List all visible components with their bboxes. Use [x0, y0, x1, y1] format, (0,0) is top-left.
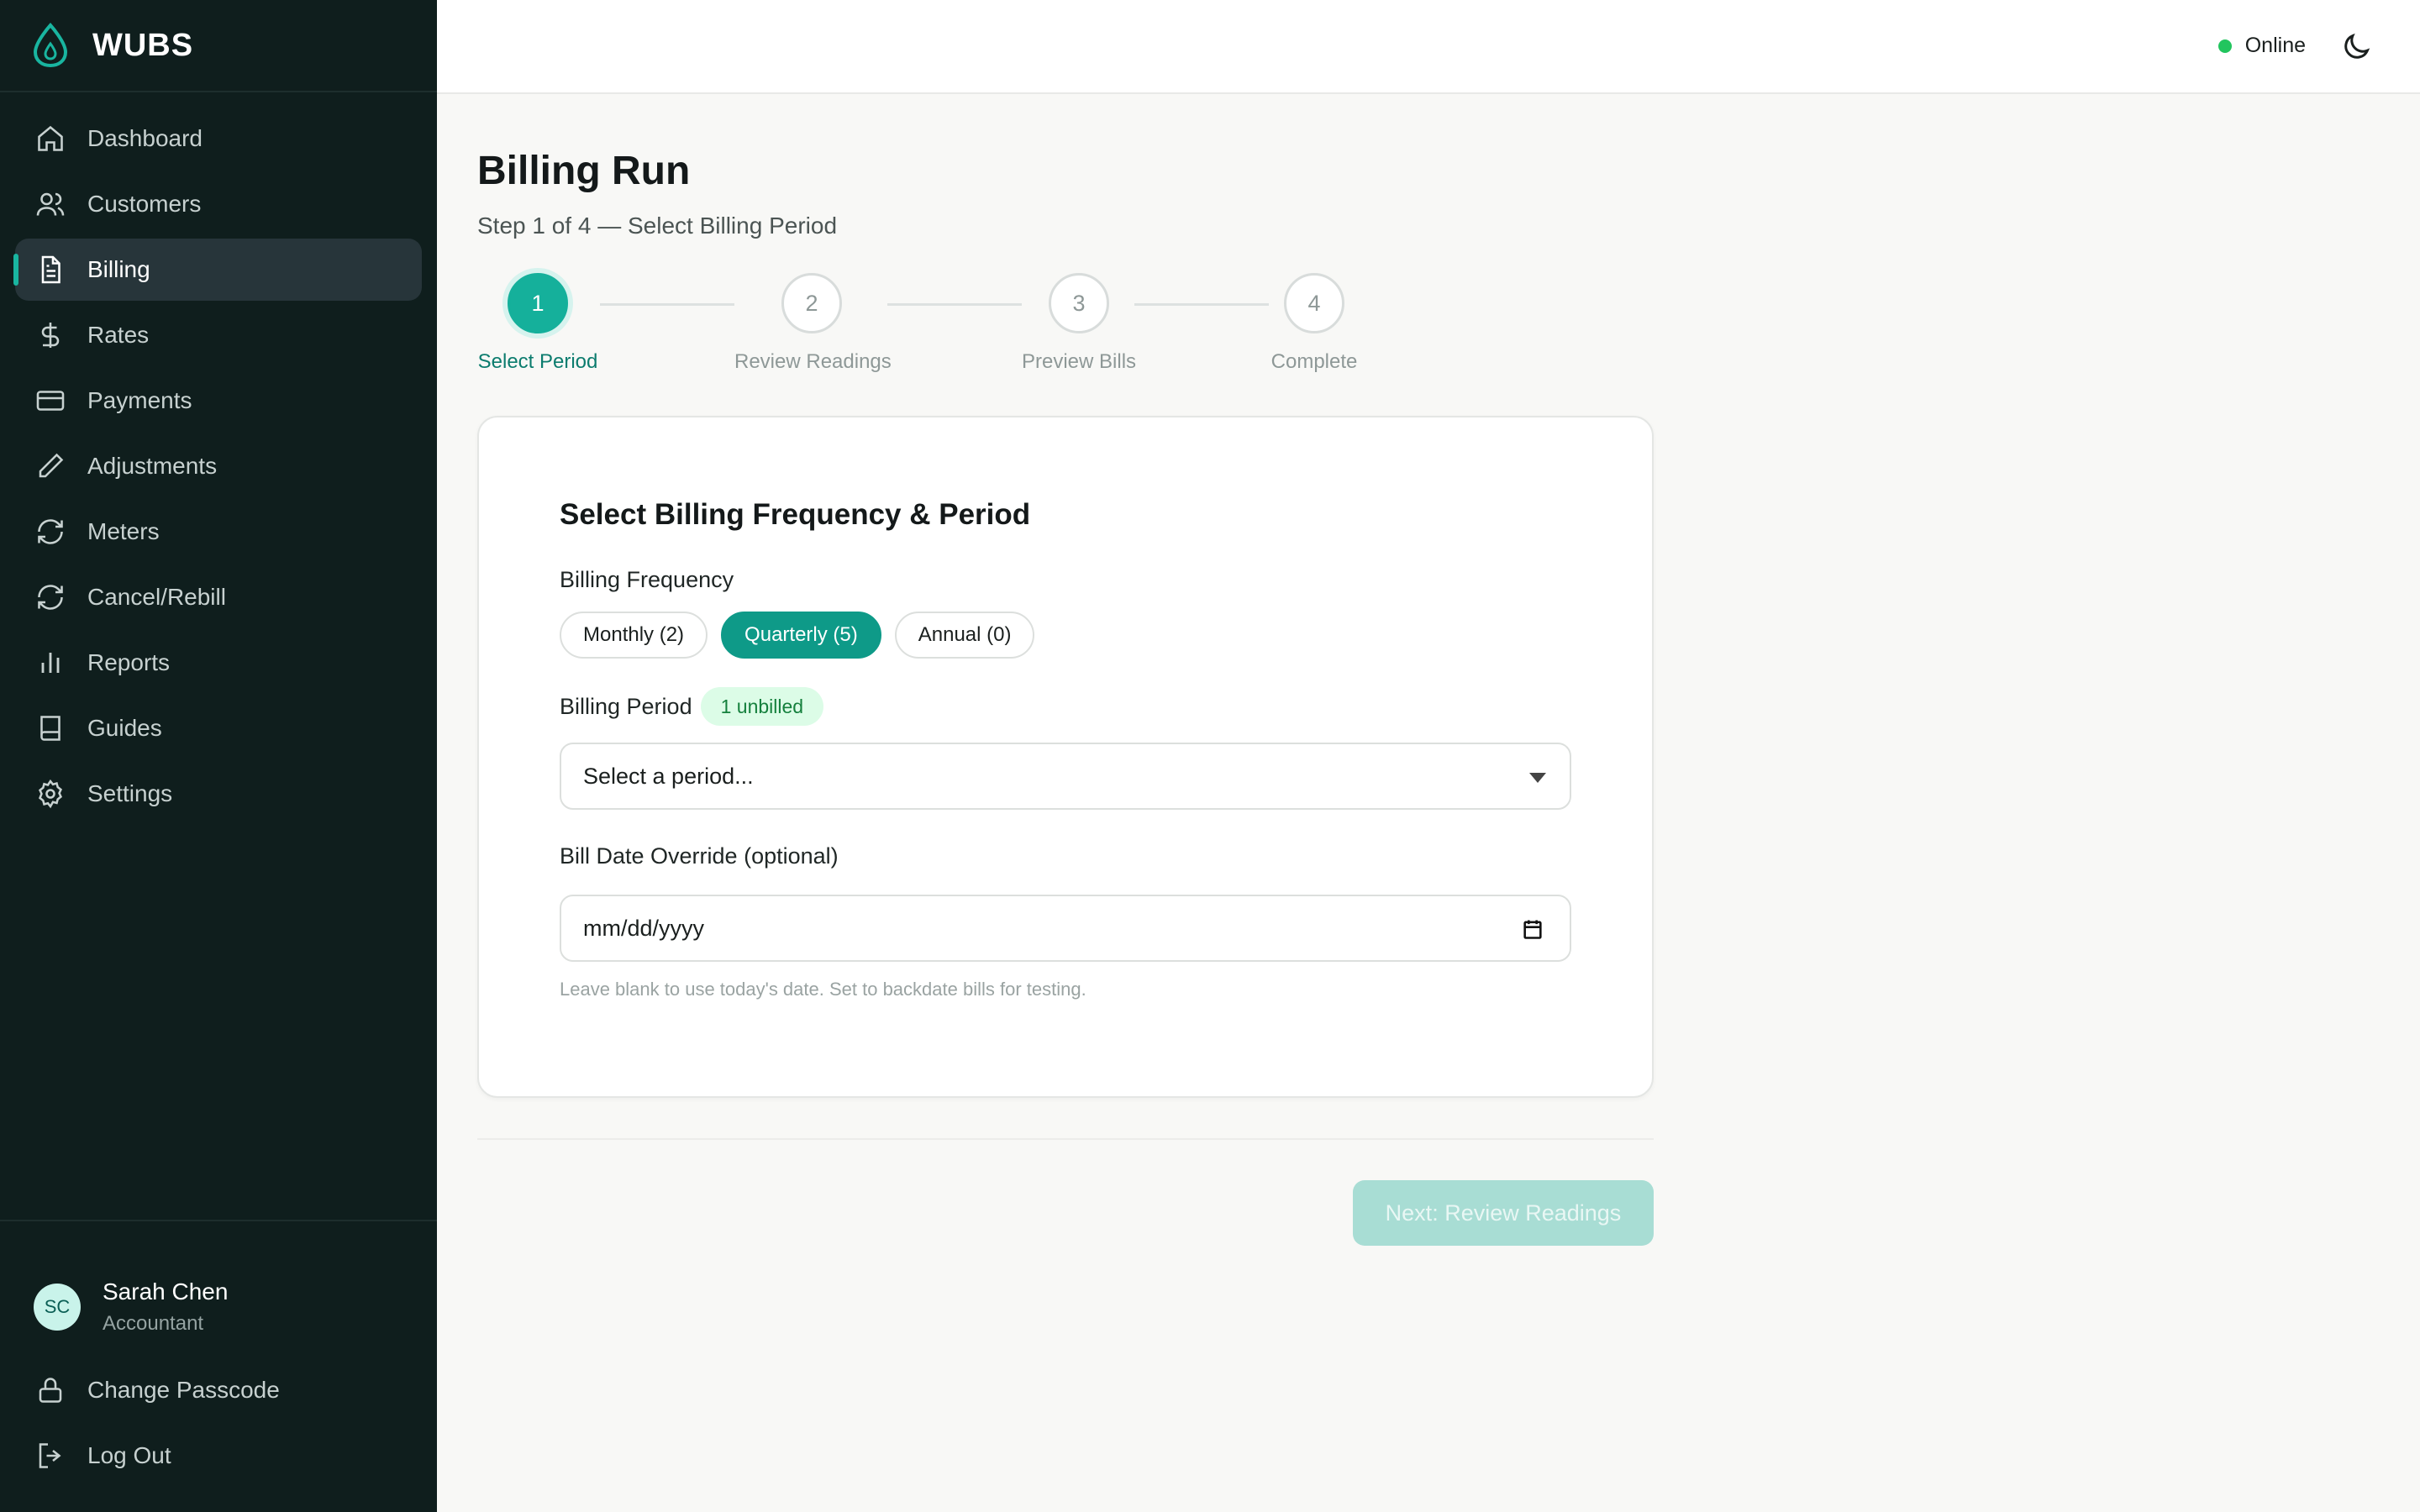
unbilled-badge: 1 unbilled — [700, 687, 824, 726]
step-label: Preview Bills — [1022, 350, 1137, 373]
status-dot-icon — [2217, 39, 2232, 53]
sidebar-item-reports[interactable]: Reports — [15, 632, 422, 694]
sidebar-item-rates[interactable]: Rates — [15, 304, 422, 366]
sidebar-item-label: Customers — [87, 191, 202, 217]
sidebar-item-label: Guides — [87, 715, 162, 741]
step-review-readings[interactable]: 2 Review Readings — [734, 273, 892, 374]
logout-icon — [34, 1439, 67, 1473]
refresh-icon — [34, 580, 67, 614]
sidebar: WUBS Dashboard Customers Billing Rates P… — [0, 0, 437, 1512]
frequency-options: Monthly (2) Quarterly (5) Annual (0) — [560, 612, 1571, 659]
dollar-icon — [34, 318, 67, 352]
change-passcode-button[interactable]: Change Passcode — [15, 1359, 422, 1421]
sidebar-item-label: Settings — [87, 780, 173, 806]
step-number: 1 — [508, 273, 568, 333]
refresh-icon — [34, 515, 67, 549]
gear-icon — [34, 777, 67, 811]
date-placeholder: mm/dd/yyyy — [583, 915, 705, 941]
sidebar-item-label: Payments — [87, 387, 192, 413]
sidebar-item-label: Meters — [87, 518, 160, 544]
frequency-annual-button[interactable]: Annual (0) — [894, 612, 1035, 659]
billing-period-select[interactable]: Select a period... — [560, 743, 1571, 810]
sidebar-item-label: Adjustments — [87, 453, 218, 479]
step-connector — [600, 303, 734, 306]
user-profile[interactable]: SC Sarah Chen Accountant — [0, 1221, 437, 1356]
credit-card-icon — [34, 384, 67, 417]
sidebar-item-guides[interactable]: Guides — [15, 697, 422, 759]
sidebar-item-cancel-rebill[interactable]: Cancel/Rebill — [15, 566, 422, 628]
users-icon — [34, 187, 67, 221]
home-icon — [34, 122, 67, 155]
log-out-label: Log Out — [87, 1442, 171, 1468]
sidebar-item-dashboard[interactable]: Dashboard — [15, 108, 422, 170]
step-connector — [1134, 303, 1269, 306]
sidebar-nav: Dashboard Customers Billing Rates Paymen… — [0, 92, 437, 825]
sidebar-item-settings[interactable]: Settings — [15, 763, 422, 825]
water-drop-logo-icon — [33, 23, 68, 68]
connection-status: Online — [2217, 34, 2306, 58]
frequency-monthly-button[interactable]: Monthly (2) — [560, 612, 708, 659]
step-number: 3 — [1049, 273, 1109, 333]
lock-icon — [34, 1373, 67, 1407]
stepper: 1 Select Period 2 Review Readings 3 Prev… — [477, 273, 1654, 416]
sidebar-item-billing[interactable]: Billing — [13, 239, 422, 301]
user-role: Accountant — [103, 1312, 204, 1335]
page-subtitle: Step 1 of 4 — Select Billing Period — [477, 213, 838, 239]
top-bar: Online — [437, 0, 2420, 94]
book-icon — [34, 711, 67, 745]
period-label-row: Billing Period 1 unbilled — [560, 687, 1571, 726]
sidebar-item-customers[interactable]: Customers — [15, 173, 422, 235]
billing-period-card: Select Billing Frequency & Period Billin… — [477, 416, 1654, 1098]
sidebar-item-adjustments[interactable]: Adjustments — [15, 435, 422, 497]
divider — [477, 1138, 1654, 1140]
sidebar-item-label: Reports — [87, 649, 171, 675]
app-name: WUBS — [92, 27, 194, 63]
file-text-icon — [34, 253, 67, 286]
log-out-button[interactable]: Log Out — [15, 1425, 422, 1487]
page-title: Billing Run — [477, 149, 691, 193]
date-override-label: Bill Date Override (optional) — [560, 843, 839, 869]
sidebar-item-payments[interactable]: Payments — [15, 370, 422, 432]
avatar: SC — [34, 1284, 81, 1331]
frequency-label: Billing Frequency — [560, 567, 734, 592]
step-number: 4 — [1284, 273, 1344, 333]
step-number: 2 — [781, 273, 842, 333]
sidebar-item-label: Billing — [87, 256, 150, 282]
change-passcode-label: Change Passcode — [87, 1377, 280, 1403]
step-label: Review Readings — [734, 350, 892, 373]
date-hint: Leave blank to use today's date. Set to … — [560, 979, 1086, 1000]
frequency-quarterly-button[interactable]: Quarterly (5) — [721, 612, 881, 659]
main-content: Billing Run Step 1 of 4 — Select Billing… — [477, 94, 1654, 1246]
step-preview-bills[interactable]: 3 Preview Bills — [1022, 273, 1136, 374]
pencil-icon — [34, 449, 67, 483]
moon-icon[interactable] — [2339, 30, 2373, 64]
sidebar-item-label: Dashboard — [87, 125, 203, 151]
sidebar-footer: SC Sarah Chen Accountant Change Passcode… — [0, 1220, 437, 1512]
status-label: Online — [2244, 34, 2306, 57]
chevron-down-icon — [1529, 773, 1546, 783]
sidebar-item-meters[interactable]: Meters — [15, 501, 422, 563]
step-complete[interactable]: 4 Complete — [1269, 273, 1360, 374]
sidebar-item-label: Cancel/Rebill — [87, 584, 226, 610]
step-label: Complete — [1270, 350, 1358, 373]
bill-date-input[interactable]: mm/dd/yyyy — [560, 895, 1571, 962]
card-title: Select Billing Frequency & Period — [560, 498, 1031, 531]
user-name: Sarah Chen — [103, 1278, 229, 1305]
step-connector — [887, 303, 1022, 306]
sidebar-item-label: Rates — [87, 322, 150, 348]
next-review-readings-button[interactable]: Next: Review Readings — [1353, 1180, 1654, 1246]
step-label: Select Period — [477, 350, 598, 373]
calendar-icon[interactable] — [1521, 916, 1544, 942]
period-select-value: Select a period... — [583, 763, 754, 789]
brand[interactable]: WUBS — [0, 0, 437, 92]
bar-chart-icon — [34, 646, 67, 680]
step-select-period[interactable]: 1 Select Period — [477, 273, 598, 374]
period-label: Billing Period — [560, 693, 692, 719]
